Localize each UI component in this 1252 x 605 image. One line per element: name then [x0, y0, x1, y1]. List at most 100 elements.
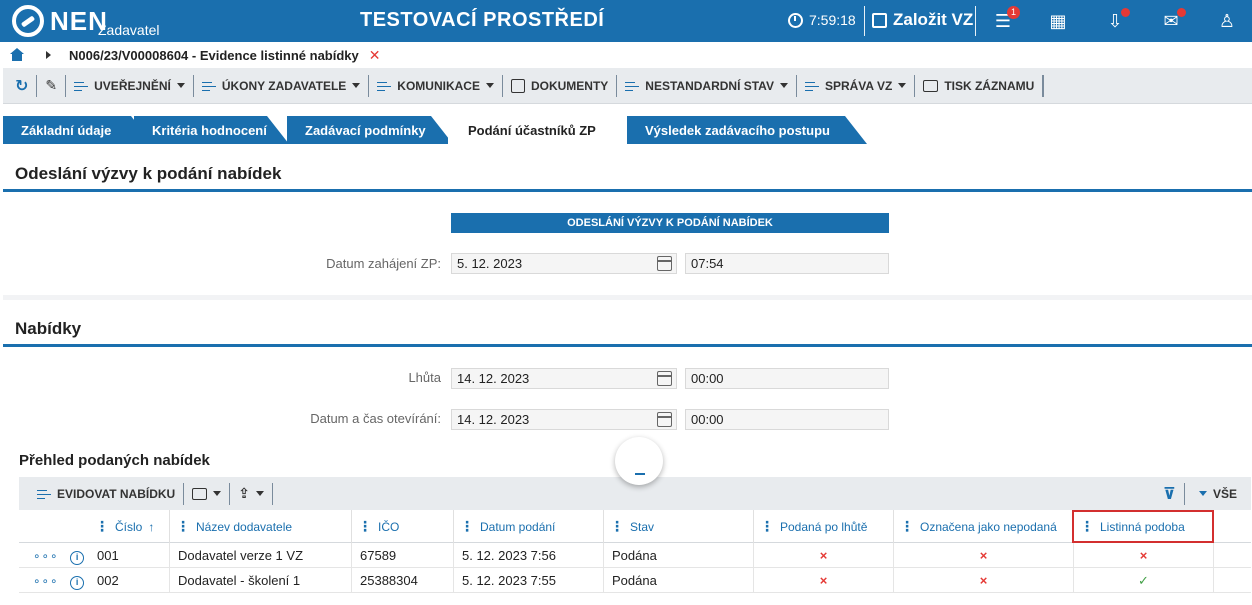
column-po-lhute[interactable]: ⋮ Podaná po lhůtě — [753, 510, 893, 543]
export-menu-button[interactable]: ⇪ — [230, 482, 273, 505]
sort-asc-icon[interactable]: ↑ — [148, 520, 154, 534]
info-icon[interactable]: i — [70, 576, 85, 590]
new-vz-button[interactable]: Založit VZ — [872, 10, 973, 30]
tab-label: Zadávací podmínky — [305, 122, 426, 138]
column-cislo[interactable]: ⋮ Číslo ↑ — [89, 510, 169, 543]
column-stav[interactable]: ⋮ Stav — [603, 510, 753, 543]
toolbar-label: UVEŘEJNĚNÍ — [94, 78, 171, 93]
filter-button[interactable]: ⊽ — [1155, 482, 1185, 505]
cell-cislo: 002 — [97, 573, 119, 588]
section-title: Nabídky — [15, 319, 82, 338]
info-icon[interactable]: i — [70, 551, 85, 565]
tab-kriteria[interactable]: Kritéria hodnocení — [134, 116, 289, 144]
edit-icon — [872, 12, 887, 28]
toolbar-nestandardni[interactable]: NESTANDARDNÍ STAV — [617, 74, 797, 97]
toolbar-uverejneni[interactable]: UVEŘEJNĚNÍ — [66, 74, 194, 97]
edit-button[interactable]: ✎ — [37, 74, 67, 97]
column-label: Stav — [630, 519, 655, 534]
more-icon[interactable]: ∘∘∘ — [33, 549, 59, 563]
filter-all-label: VŠE — [1212, 486, 1237, 501]
mail-button[interactable]: ✉ — [1160, 8, 1186, 32]
cell-po-lhute: × — [753, 543, 893, 568]
calendar-icon[interactable] — [657, 256, 672, 271]
close-icon[interactable]: ✕ — [369, 47, 381, 64]
list-icon — [377, 80, 392, 92]
toolbar-label: SPRÁVA VZ — [824, 78, 893, 93]
column-menu-icon[interactable]: ⋮ — [176, 518, 190, 535]
inbox-dot — [1121, 8, 1130, 17]
tab-vysledek[interactable]: Výsledek zadávacího postupu — [627, 116, 867, 144]
toolbar-label: KOMUNIKACE — [397, 78, 480, 93]
inbox-button[interactable]: ⇩ — [1104, 8, 1130, 32]
start-date-field[interactable]: 5. 12. 2023 — [451, 253, 677, 274]
column-ico[interactable]: ⋮ IČO — [351, 510, 453, 543]
table-row[interactable]: ∘∘∘ i 002 Dodavatel - školení 1 25388304… — [19, 568, 1251, 593]
column-datum[interactable]: ⋮ Datum podání — [453, 510, 603, 543]
user-button[interactable]: ♙ — [1216, 10, 1238, 32]
add-offer-button[interactable]: EVIDOVAT NABÍDKU — [19, 482, 185, 505]
tab-zakladni-udaje[interactable]: Základní údaje — [3, 116, 153, 144]
toolbar-label: NESTANDARDNÍ STAV — [645, 78, 774, 93]
column-menu-icon[interactable]: ⋮ — [760, 518, 774, 535]
caret-down-icon — [898, 83, 907, 88]
filter-all-select[interactable]: VŠE — [1185, 487, 1251, 501]
printer-icon — [923, 79, 939, 92]
cell-ico: 67589 — [351, 543, 453, 568]
column-nepodana[interactable]: ⋮ Označena jako nepodaná — [893, 510, 1073, 543]
caret-down-icon — [1198, 491, 1207, 496]
column-label: Datum podání — [480, 519, 556, 534]
export-icon: ⇪ — [238, 485, 250, 501]
column-menu-icon[interactable]: ⋮ — [460, 518, 474, 535]
clock-value: 7:59:18 — [809, 12, 856, 28]
cell-nazev: Dodavatel verze 1 VZ — [169, 543, 351, 568]
user-icon: ♙ — [1218, 10, 1236, 31]
tab-podani-ucastniku[interactable]: Podání účastníků ZP — [448, 116, 626, 144]
logo[interactable]: NEN — [12, 5, 108, 37]
menu-button[interactable]: ☰ 1 — [992, 6, 1020, 32]
column-empty — [1213, 510, 1251, 543]
tab-label: Základní údaje — [21, 122, 112, 138]
cell-listinna: ✓ — [1073, 568, 1213, 593]
calculator-button[interactable]: ▦ — [1047, 10, 1069, 32]
cell-nazev: Dodavatel - školení 1 — [169, 568, 351, 593]
deadline-time-field[interactable]: 00:00 — [685, 368, 889, 389]
refresh-button[interactable]: ↻ — [3, 74, 38, 97]
toolbar-sprava[interactable]: SPRÁVA VZ — [797, 74, 916, 97]
table-row[interactable]: ∘∘∘ i 001 Dodavatel verze 1 VZ 67589 5. … — [19, 543, 1251, 568]
breadcrumb: N006/23/V00008604 - Evidence listinné na… — [0, 42, 1252, 68]
cell-listinna: × — [1073, 543, 1213, 568]
list-icon — [625, 80, 640, 92]
tab-zadavaci-podminky[interactable]: Zadávací podmínky — [287, 116, 453, 144]
start-time-value: 07:54 — [691, 256, 724, 271]
home-icon[interactable] — [10, 48, 24, 62]
environment-title: TESTOVACÍ PROSTŘEDÍ — [360, 9, 605, 31]
list-icon — [804, 80, 819, 92]
start-time-field[interactable]: 07:54 — [685, 253, 889, 274]
print-menu-button[interactable] — [184, 482, 231, 505]
cell-cislo: 001 — [97, 548, 119, 563]
toolbar-tisk[interactable]: TISK ZÁZNAMU — [915, 74, 1044, 97]
header-divider — [975, 6, 976, 36]
column-nazev[interactable]: ⋮ Název dodavatele — [169, 510, 351, 543]
column-menu-icon[interactable]: ⋮ — [610, 518, 624, 535]
opening-date-field[interactable]: 14. 12. 2023 — [451, 409, 677, 430]
calendar-icon[interactable] — [657, 371, 672, 386]
toolbar-komunikace[interactable]: KOMUNIKACE — [369, 74, 503, 97]
column-menu-icon[interactable]: ⋮ — [95, 518, 109, 535]
column-menu-icon[interactable]: ⋮ — [900, 518, 914, 535]
opening-time-field[interactable]: 00:00 — [685, 409, 889, 430]
column-menu-icon[interactable]: ⋮ — [358, 518, 372, 535]
tab-label: Podání účastníků ZP — [468, 122, 596, 138]
calendar-icon[interactable] — [657, 412, 672, 427]
section-banner: ODESLÁNÍ VÝZVY K PODÁNÍ NABÍDEK — [451, 213, 889, 233]
toolbar-ukony[interactable]: ÚKONY ZADAVATELE — [194, 74, 370, 97]
toolbar-label: ÚKONY ZADAVATELE — [221, 78, 347, 93]
mail-dot — [1177, 8, 1186, 17]
toolbar-dokumenty[interactable]: DOKUMENTY — [503, 74, 618, 97]
deadline-date-field[interactable]: 14. 12. 2023 — [451, 368, 677, 389]
tab-bar: Základní údaje Kritéria hodnocení Zadáva… — [3, 116, 1252, 144]
section-title: Odeslání výzvy k podání nabídek — [15, 164, 282, 183]
more-icon[interactable]: ∘∘∘ — [33, 574, 59, 588]
session-clock: 7:59:18 — [788, 12, 856, 28]
list-icon — [74, 80, 89, 92]
